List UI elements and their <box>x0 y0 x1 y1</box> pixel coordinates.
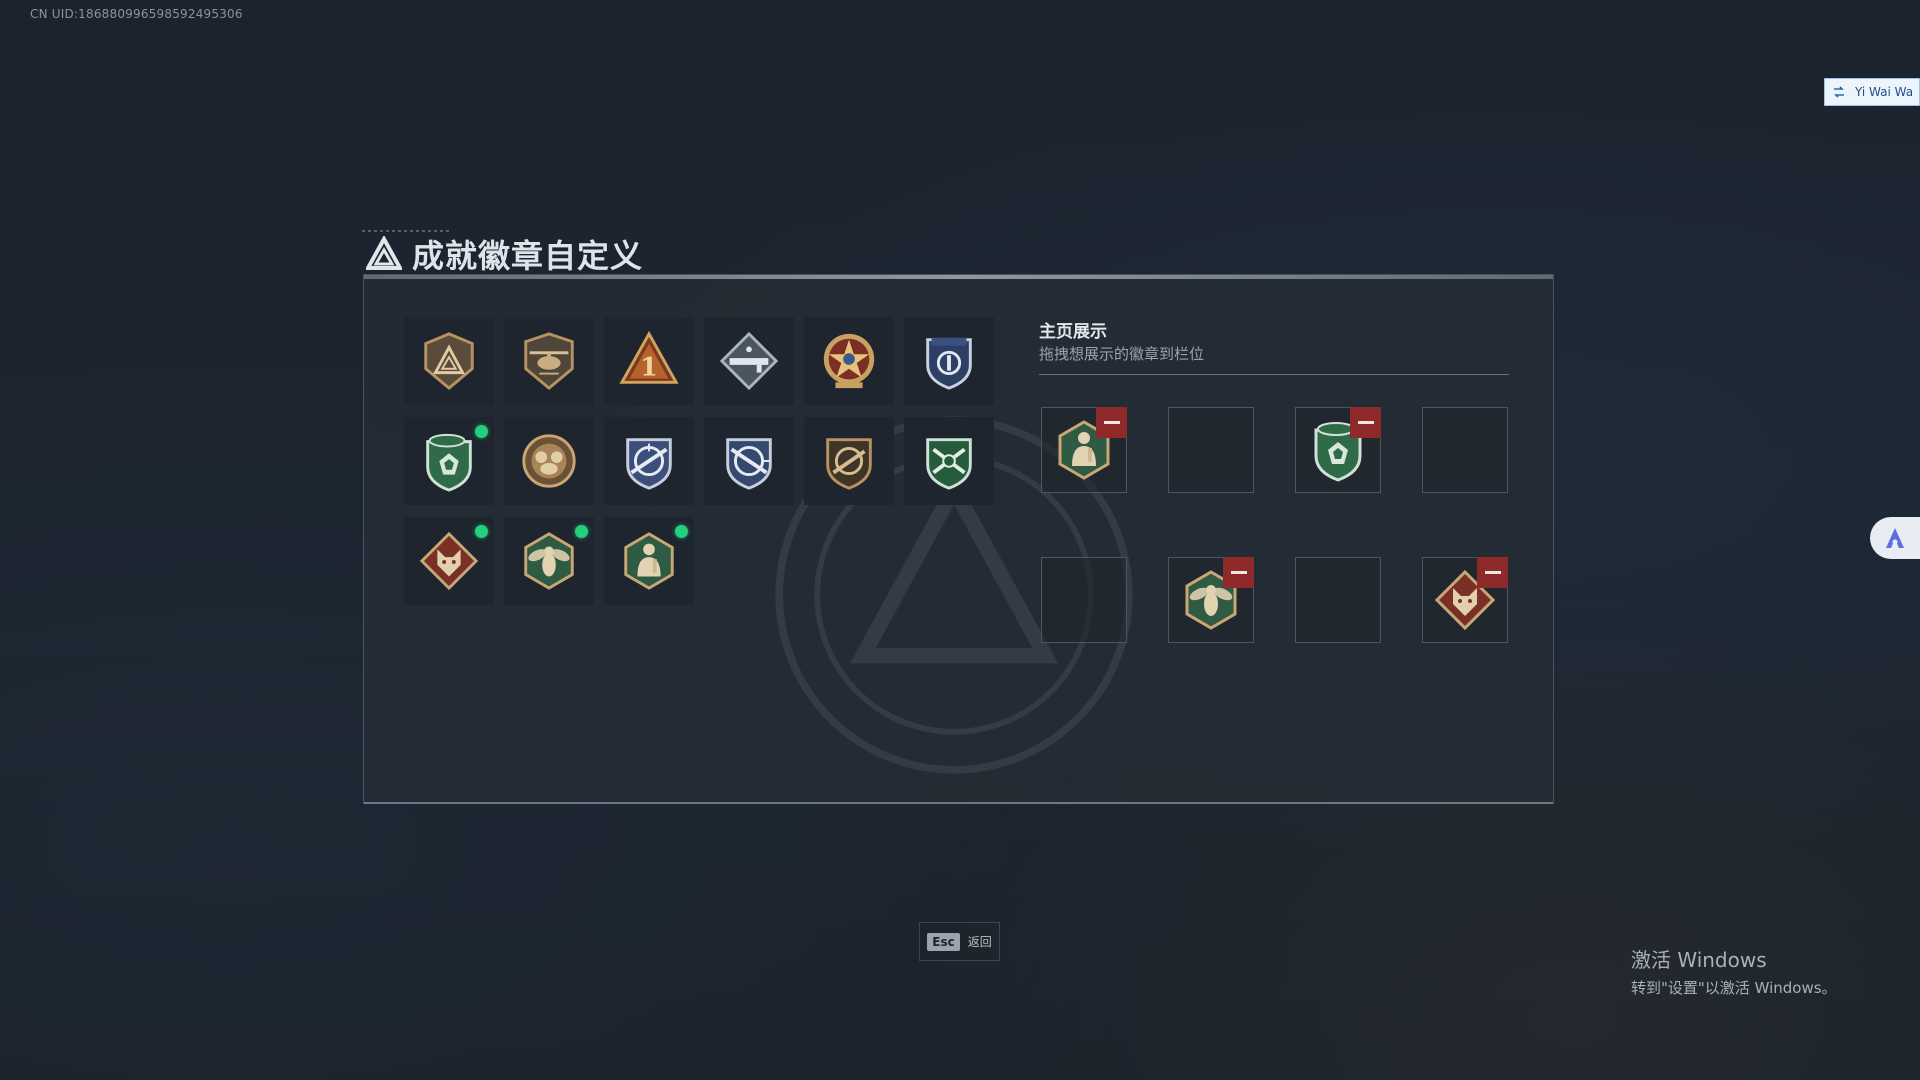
badge-cell[interactable] <box>904 417 994 505</box>
badge-cell[interactable]: 1 <box>604 317 694 405</box>
showcase-slot-empty[interactable] <box>1422 407 1508 493</box>
showcase-slot[interactable] <box>1168 557 1254 643</box>
remove-badge-button[interactable] <box>1350 407 1381 438</box>
showcase-slots <box>1041 407 1508 643</box>
esc-key-hint: Esc <box>927 932 960 951</box>
showcase-slot-empty[interactable] <box>1041 557 1127 643</box>
badge-cell[interactable] <box>604 517 694 605</box>
badge-cell[interactable] <box>504 417 594 505</box>
svg-text:1: 1 <box>640 352 658 382</box>
hornet-hexagon-badge-icon <box>524 532 574 590</box>
badge-cell[interactable] <box>904 317 994 405</box>
blue-crosshair-rifle-badge-2-icon <box>726 438 772 490</box>
minus-icon <box>1230 571 1247 574</box>
badge-cell[interactable] <box>404 317 494 405</box>
badge-cell[interactable] <box>704 417 794 505</box>
badge-cell[interactable] <box>504 317 594 405</box>
minus-icon <box>1103 421 1120 424</box>
new-indicator <box>475 425 488 438</box>
windows-activation-watermark: 激活 Windows 转到"设置"以激活 Windows。 <box>1631 944 1837 998</box>
star-medal-badge-icon <box>823 333 875 389</box>
uid-label: CN UID:18688099659859249530​6 <box>30 7 243 21</box>
badge-cell[interactable] <box>804 317 894 405</box>
bronze-rifle-shield-badge-icon <box>826 438 872 490</box>
triangle-shield-badge-icon <box>424 332 474 391</box>
page-title: 成就徽章自定义 <box>412 237 644 275</box>
badge-customize-panel: 1 主页展示 拖拽想展示的徽章到栏位 <box>363 274 1554 804</box>
back-button[interactable]: Esc 返回 <box>919 922 1000 961</box>
showcase-slot[interactable] <box>1422 557 1508 643</box>
showcase-slot[interactable] <box>1041 407 1127 493</box>
rifle-diamond-badge-icon <box>719 331 779 391</box>
keyboard-switch-icon <box>1834 86 1844 98</box>
assistant-icon <box>1886 528 1904 548</box>
remove-badge-button[interactable] <box>1223 557 1254 588</box>
activation-subtitle: 转到"设置"以激活 Windows。 <box>1631 979 1837 997</box>
language-indicator[interactable]: Yi Wai Wa <box>1824 78 1920 106</box>
remove-badge-button[interactable] <box>1477 557 1508 588</box>
triangle-logo-icon <box>366 236 402 270</box>
badge-cell[interactable] <box>404 417 494 505</box>
showcase-slot-empty[interactable] <box>1295 557 1381 643</box>
wolf-diamond-badge-icon <box>419 531 479 591</box>
badge-cell[interactable] <box>504 517 594 605</box>
minus-icon <box>1357 421 1374 424</box>
number-one-badge-icon: 1 <box>619 330 679 384</box>
floating-assistant-button[interactable] <box>1870 517 1920 559</box>
badge-cell[interactable] <box>804 417 894 505</box>
divider <box>1039 374 1509 375</box>
showcase-subtitle: 拖拽想展示的徽章到栏位 <box>1039 345 1205 363</box>
new-indicator <box>575 525 588 538</box>
badge-cell[interactable] <box>404 517 494 605</box>
green-beret-shield-badge-icon <box>426 433 472 492</box>
soldier-hexagon-badge-icon <box>624 532 674 590</box>
showcase-slot[interactable] <box>1295 407 1381 493</box>
blue-eagle-shield-badge-icon <box>926 337 972 390</box>
panel-header: 成就徽章自定义 <box>366 232 643 276</box>
helicopter-badge-icon <box>524 332 574 391</box>
activation-title: 激活 Windows <box>1631 948 1767 972</box>
badge-cell[interactable] <box>604 417 694 505</box>
new-indicator <box>475 525 488 538</box>
new-indicator <box>675 525 688 538</box>
showcase-slot-empty[interactable] <box>1168 407 1254 493</box>
minus-icon <box>1484 571 1501 574</box>
back-label: 返回 <box>967 935 992 949</box>
showcase-title: 主页展示 <box>1039 322 1107 342</box>
green-crossed-rifles-badge-icon <box>926 438 972 490</box>
bronze-crest-badge-icon <box>522 434 576 488</box>
language-label: Yi Wai Wa <box>1855 85 1914 99</box>
badge-cell[interactable] <box>704 317 794 405</box>
remove-badge-button[interactable] <box>1096 407 1127 438</box>
blue-crosshair-rifle-badge-icon <box>626 438 672 490</box>
badge-grid: 1 <box>404 317 994 605</box>
